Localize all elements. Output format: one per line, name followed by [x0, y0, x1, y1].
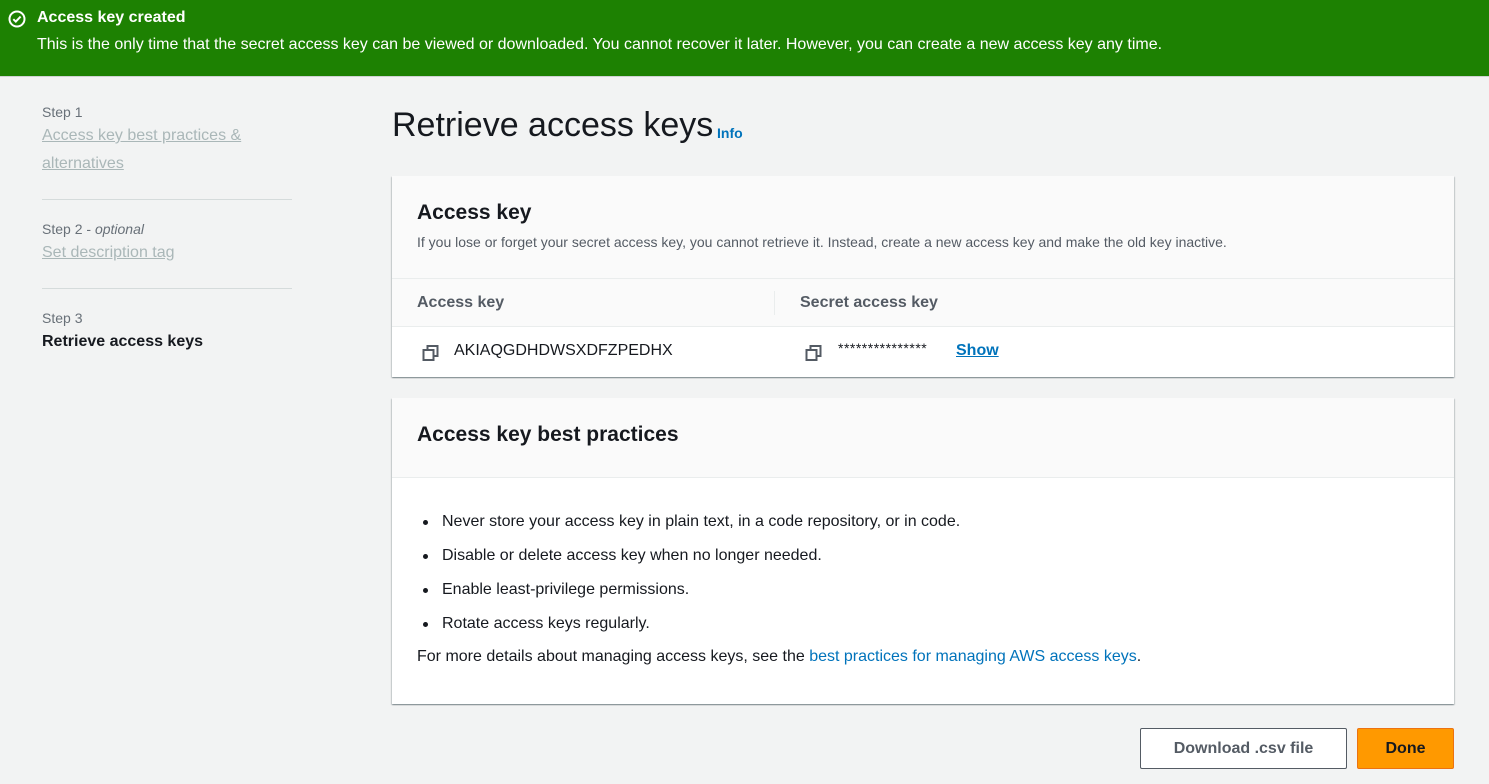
step-1-label: Step 1 [42, 104, 83, 120]
step-3-label: Step 3 [42, 310, 83, 326]
page-title: Retrieve access keys [392, 106, 714, 144]
step-2-link[interactable]: Set description tag [42, 239, 292, 267]
best-practices-footer: For more details about managing access k… [417, 648, 1141, 666]
list-item: Enable least-privilege permissions. [417, 573, 960, 607]
footer-suffix: . [1136, 648, 1142, 665]
done-button[interactable]: Done [1357, 728, 1454, 769]
step-2-number: Step 2 [42, 221, 83, 237]
keys-table-header: Access key Secret access key [392, 279, 1454, 327]
list-item: Never store your access key in plain tex… [417, 505, 960, 539]
step-2-label: Step 2 - optional [42, 221, 144, 237]
step-2-optional: optional [94, 221, 144, 237]
secret-key-masked-value: *************** [838, 340, 928, 356]
step-divider [42, 288, 292, 289]
wizard-steps-nav: Step 1 Access key best practices & alter… [42, 104, 292, 356]
access-key-panel-title: Access key [417, 201, 532, 224]
list-item: Disable or delete access key when no lon… [417, 539, 960, 573]
access-key-panel: Access key If you lose or forget your se… [392, 176, 1454, 377]
best-practices-link[interactable]: best practices for managing AWS access k… [809, 648, 1137, 665]
step-3: Step 3 Retrieve access keys [42, 310, 292, 356]
best-practices-panel-title: Access key best practices [417, 423, 679, 446]
access-key-panel-header: Access key If you lose or forget your se… [392, 176, 1454, 279]
list-item: Rotate access keys regularly. [417, 607, 960, 641]
check-circle-icon [8, 10, 26, 28]
step-divider [42, 199, 292, 200]
best-practices-panel-header: Access key best practices [392, 398, 1454, 478]
step-1: Step 1 Access key best practices & alter… [42, 104, 292, 178]
column-header-secret-access-key: Secret access key [800, 294, 938, 311]
success-flash-banner: Access key created This is the only time… [0, 0, 1489, 77]
step-3-current: Retrieve access keys [42, 333, 204, 350]
download-csv-button[interactable]: Download .csv file [1140, 728, 1347, 769]
best-practices-list: Never store your access key in plain tex… [417, 505, 960, 641]
footer-prefix: For more details about managing access k… [417, 648, 810, 665]
best-practices-panel: Access key best practices Never store yo… [392, 398, 1454, 704]
access-key-id-value: AKIAQGDHDWSXDFZPEDHX [454, 342, 673, 359]
step-1-link[interactable]: Access key best practices & alternatives [42, 122, 292, 178]
info-link[interactable]: Info [717, 125, 743, 141]
column-divider [774, 291, 775, 315]
show-secret-link[interactable]: Show [956, 342, 999, 360]
step-2: Step 2 - optional Set description tag [42, 221, 292, 267]
flash-title: Access key created [37, 9, 186, 26]
access-key-panel-description: If you lose or forget your secret access… [417, 234, 1227, 250]
flash-message: This is the only time that the secret ac… [37, 36, 1163, 53]
table-row: AKIAQGDHDWSXDFZPEDHX *************** Sho… [392, 327, 1454, 377]
copy-icon[interactable] [422, 344, 440, 362]
column-header-access-key: Access key [417, 294, 505, 311]
copy-icon[interactable] [805, 344, 823, 362]
